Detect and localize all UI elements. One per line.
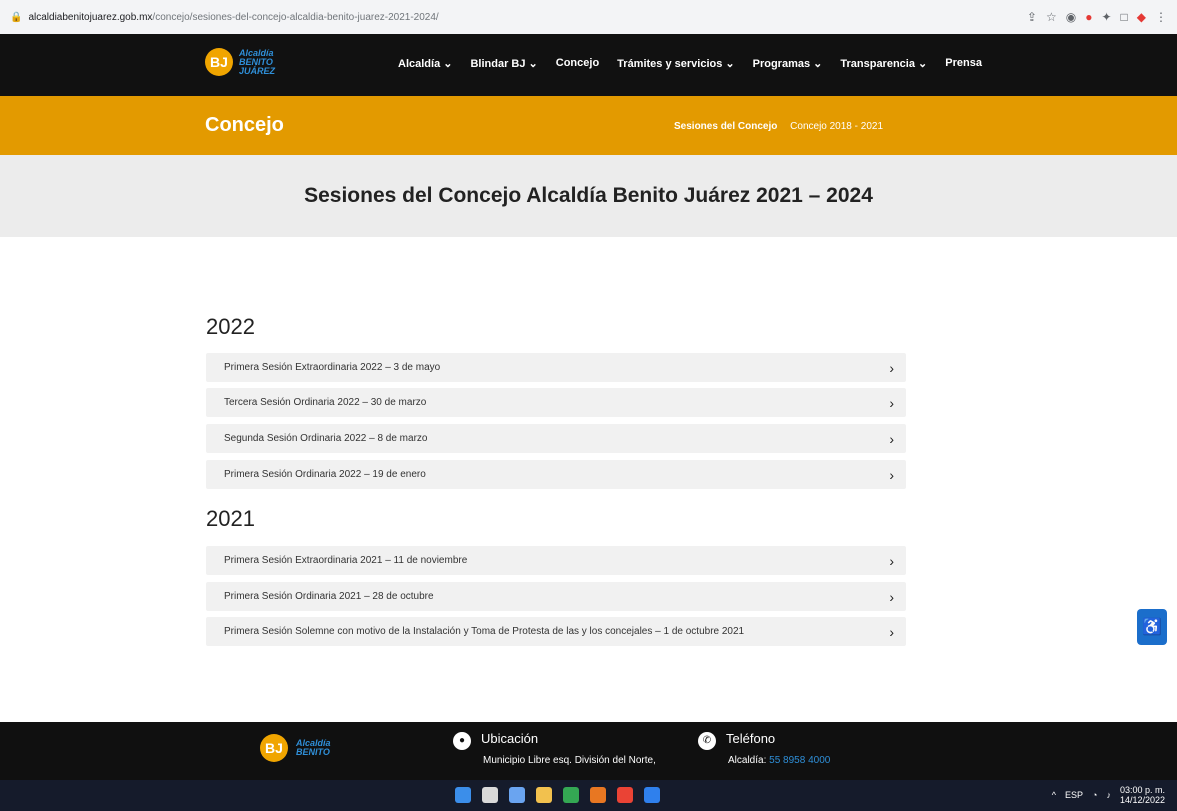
- session-label: Primera Sesión Solemne con motivo de la …: [224, 626, 745, 637]
- phone-title: Teléfono: [726, 731, 776, 746]
- session-label: Primera Sesión Extraordinaria 2021 – 11 …: [224, 555, 468, 566]
- session-row[interactable]: Tercera Sesión Ordinaria 2022 – 30 de ma…: [206, 388, 906, 417]
- main-menu: Alcaldía ⌄ Blindar BJ ⌄ Concejo Trámites…: [398, 57, 982, 70]
- logo-text: Alcaldía BENITO JUÁREZ: [239, 48, 276, 76]
- session-row[interactable]: Primera Sesión Ordinaria 2022 – 19 de en…: [206, 460, 906, 489]
- session-row[interactable]: Primera Sesión Solemne con motivo de la …: [206, 617, 906, 646]
- year-heading-2021: 2021: [206, 506, 255, 531]
- session-label: Primera Sesión Ordinaria 2022 – 19 de en…: [224, 469, 426, 480]
- session-label: Primera Sesión Extraordinaria 2022 – 3 d…: [224, 362, 441, 373]
- adblock-icon[interactable]: ●: [1085, 10, 1092, 24]
- site-logo[interactable]: BJ Alcaldía BENITO JUÁREZ: [205, 48, 275, 76]
- breadcrumb-active[interactable]: Sesiones del Concejo: [674, 121, 777, 132]
- browser-actions: ⇪ ☆ ◉ ● ✦ □ ◆ ⋮: [1027, 10, 1167, 24]
- location-title: Ubicación: [481, 731, 539, 746]
- chevron-right-icon: ›: [889, 552, 894, 569]
- session-label: Tercera Sesión Ordinaria 2022 – 30 de ma…: [224, 397, 427, 408]
- windows-taskbar: ^ ESP ◔ ♪ 03:00 p. m. 14/12/2022: [0, 780, 1177, 811]
- page-banner: Concejo Sesiones del Concejo Concejo 201…: [0, 96, 1177, 155]
- nav-item-prensa[interactable]: Prensa: [945, 57, 982, 70]
- location-address: Municipio Libre esq. División del Norte,: [483, 755, 656, 766]
- chevron-right-icon: ›: [889, 466, 894, 483]
- footer-phone: ✆ Teléfono Alcaldía: 55 8958 4000: [698, 730, 830, 766]
- clock[interactable]: 03:00 p. m. 14/12/2022: [1120, 785, 1165, 805]
- task-view-icon[interactable]: [509, 787, 525, 803]
- breadcrumb-link[interactable]: Concejo 2018 - 2021: [790, 121, 883, 132]
- address-bar[interactable]: 🔒 alcaldiabenitojuarez.gob.mx /concejo/s…: [10, 5, 1027, 29]
- file-explorer-icon[interactable]: [536, 787, 552, 803]
- side-panel-icon[interactable]: □: [1121, 10, 1128, 24]
- nav-item-alcaldia[interactable]: Alcaldía ⌄: [398, 57, 452, 70]
- search-icon[interactable]: [482, 787, 498, 803]
- session-row[interactable]: Primera Sesión Ordinaria 2021 – 28 de oc…: [206, 582, 906, 611]
- vlc-icon[interactable]: [590, 787, 606, 803]
- extension-icon[interactable]: ◉: [1066, 10, 1076, 24]
- bj-logo-icon: BJ: [205, 48, 233, 76]
- year-heading-2022: 2022: [206, 314, 255, 339]
- system-tray: ^ ESP ◔ ♪ 03:00 p. m. 14/12/2022: [1052, 785, 1165, 805]
- nav-item-concejo[interactable]: Concejo: [556, 57, 599, 70]
- location-pin-icon: ●: [453, 731, 471, 750]
- webpage: BJ Alcaldía BENITO JUÁREZ Alcaldía ⌄ Bli…: [0, 34, 1177, 780]
- phone-icon: ✆: [698, 731, 716, 750]
- browser-menu-icon[interactable]: ⋮: [1155, 10, 1167, 24]
- site-footer: BJ Alcaldía BENITO ● Ubicación Municipio …: [0, 722, 1177, 780]
- chevron-right-icon: ›: [889, 394, 894, 411]
- start-menu-icon[interactable]: [455, 787, 471, 803]
- phone-label: Alcaldía:: [728, 755, 767, 766]
- browser-toolbar: 🔒 alcaldiabenitojuarez.gob.mx /concejo/s…: [0, 0, 1177, 34]
- chevron-right-icon: ›: [889, 430, 894, 447]
- footer-logo-text: Alcaldía BENITO: [296, 739, 331, 757]
- page-heading: Sesiones del Concejo Alcaldía Benito Juá…: [304, 184, 873, 207]
- logo-line3: JUÁREZ: [239, 65, 276, 76]
- breadcrumb: Sesiones del Concejo Concejo 2018 - 2021: [674, 121, 883, 132]
- nav-item-tramites[interactable]: Trámites y servicios ⌄: [617, 57, 734, 70]
- accessibility-button[interactable]: ♿: [1137, 609, 1167, 645]
- profile-avatar-icon[interactable]: ◆: [1137, 10, 1146, 24]
- session-label: Primera Sesión Ordinaria 2021 – 28 de oc…: [224, 591, 434, 602]
- share-icon[interactable]: ⇪: [1027, 10, 1037, 24]
- footer-bj-logo-icon: BJ: [260, 734, 288, 762]
- chevron-right-icon: ›: [889, 359, 894, 376]
- wifi-icon[interactable]: ◔: [1092, 790, 1097, 800]
- url-host: alcaldiabenitojuarez.gob.mx: [28, 11, 153, 23]
- chevron-right-icon: ›: [889, 588, 894, 605]
- session-row[interactable]: Primera Sesión Extraordinaria 2021 – 11 …: [206, 546, 906, 575]
- phone-line: Alcaldía: 55 8958 4000: [728, 755, 830, 766]
- browser-app-icon[interactable]: [617, 787, 633, 803]
- nav-item-programas[interactable]: Programas ⌄: [753, 57, 823, 70]
- hero-section: Sesiones del Concejo Alcaldía Benito Juá…: [0, 155, 1177, 237]
- nav-item-transparencia[interactable]: Transparencia ⌄: [840, 57, 927, 70]
- lock-icon: 🔒: [10, 11, 23, 23]
- puzzle-extension-icon[interactable]: ✦: [1101, 10, 1111, 24]
- footer-location: ● Ubicación Municipio Libre esq. División…: [453, 730, 656, 766]
- accessibility-icon: ♿: [1142, 619, 1162, 636]
- bookmark-star-icon[interactable]: ☆: [1046, 10, 1057, 24]
- url-path: /concejo/sesiones-del-concejo-alcaldia-b…: [152, 11, 439, 23]
- session-row[interactable]: Segunda Sesión Ordinaria 2022 – 8 de mar…: [206, 424, 906, 453]
- footer-logo-line2: BENITO: [296, 747, 330, 757]
- language-indicator[interactable]: ESP: [1065, 790, 1083, 800]
- footer-logo[interactable]: BJ Alcaldía BENITO: [260, 734, 331, 762]
- store-icon[interactable]: [644, 787, 660, 803]
- tray-overflow-icon[interactable]: ^: [1052, 790, 1056, 800]
- nav-item-blindar-bj[interactable]: Blindar BJ ⌄: [470, 57, 537, 70]
- phone-number-link[interactable]: 55 8958 4000: [769, 755, 830, 766]
- chevron-right-icon: ›: [889, 623, 894, 640]
- session-row[interactable]: Primera Sesión Extraordinaria 2022 – 3 d…: [206, 353, 906, 382]
- clock-time: 03:00 p. m.: [1119, 785, 1165, 795]
- taskbar-apps: [455, 787, 660, 803]
- page-title: Concejo: [205, 114, 284, 136]
- chrome-icon[interactable]: [563, 787, 579, 803]
- clock-date: 14/12/2022: [1119, 795, 1165, 805]
- site-navigation: BJ Alcaldía BENITO JUÁREZ Alcaldía ⌄ Bli…: [0, 34, 1177, 96]
- volume-icon[interactable]: ♪: [1106, 790, 1111, 800]
- main-content: 2022 Primera Sesión Extraordinaria 2022 …: [0, 237, 1177, 780]
- session-label: Segunda Sesión Ordinaria 2022 – 8 de mar…: [224, 433, 428, 444]
